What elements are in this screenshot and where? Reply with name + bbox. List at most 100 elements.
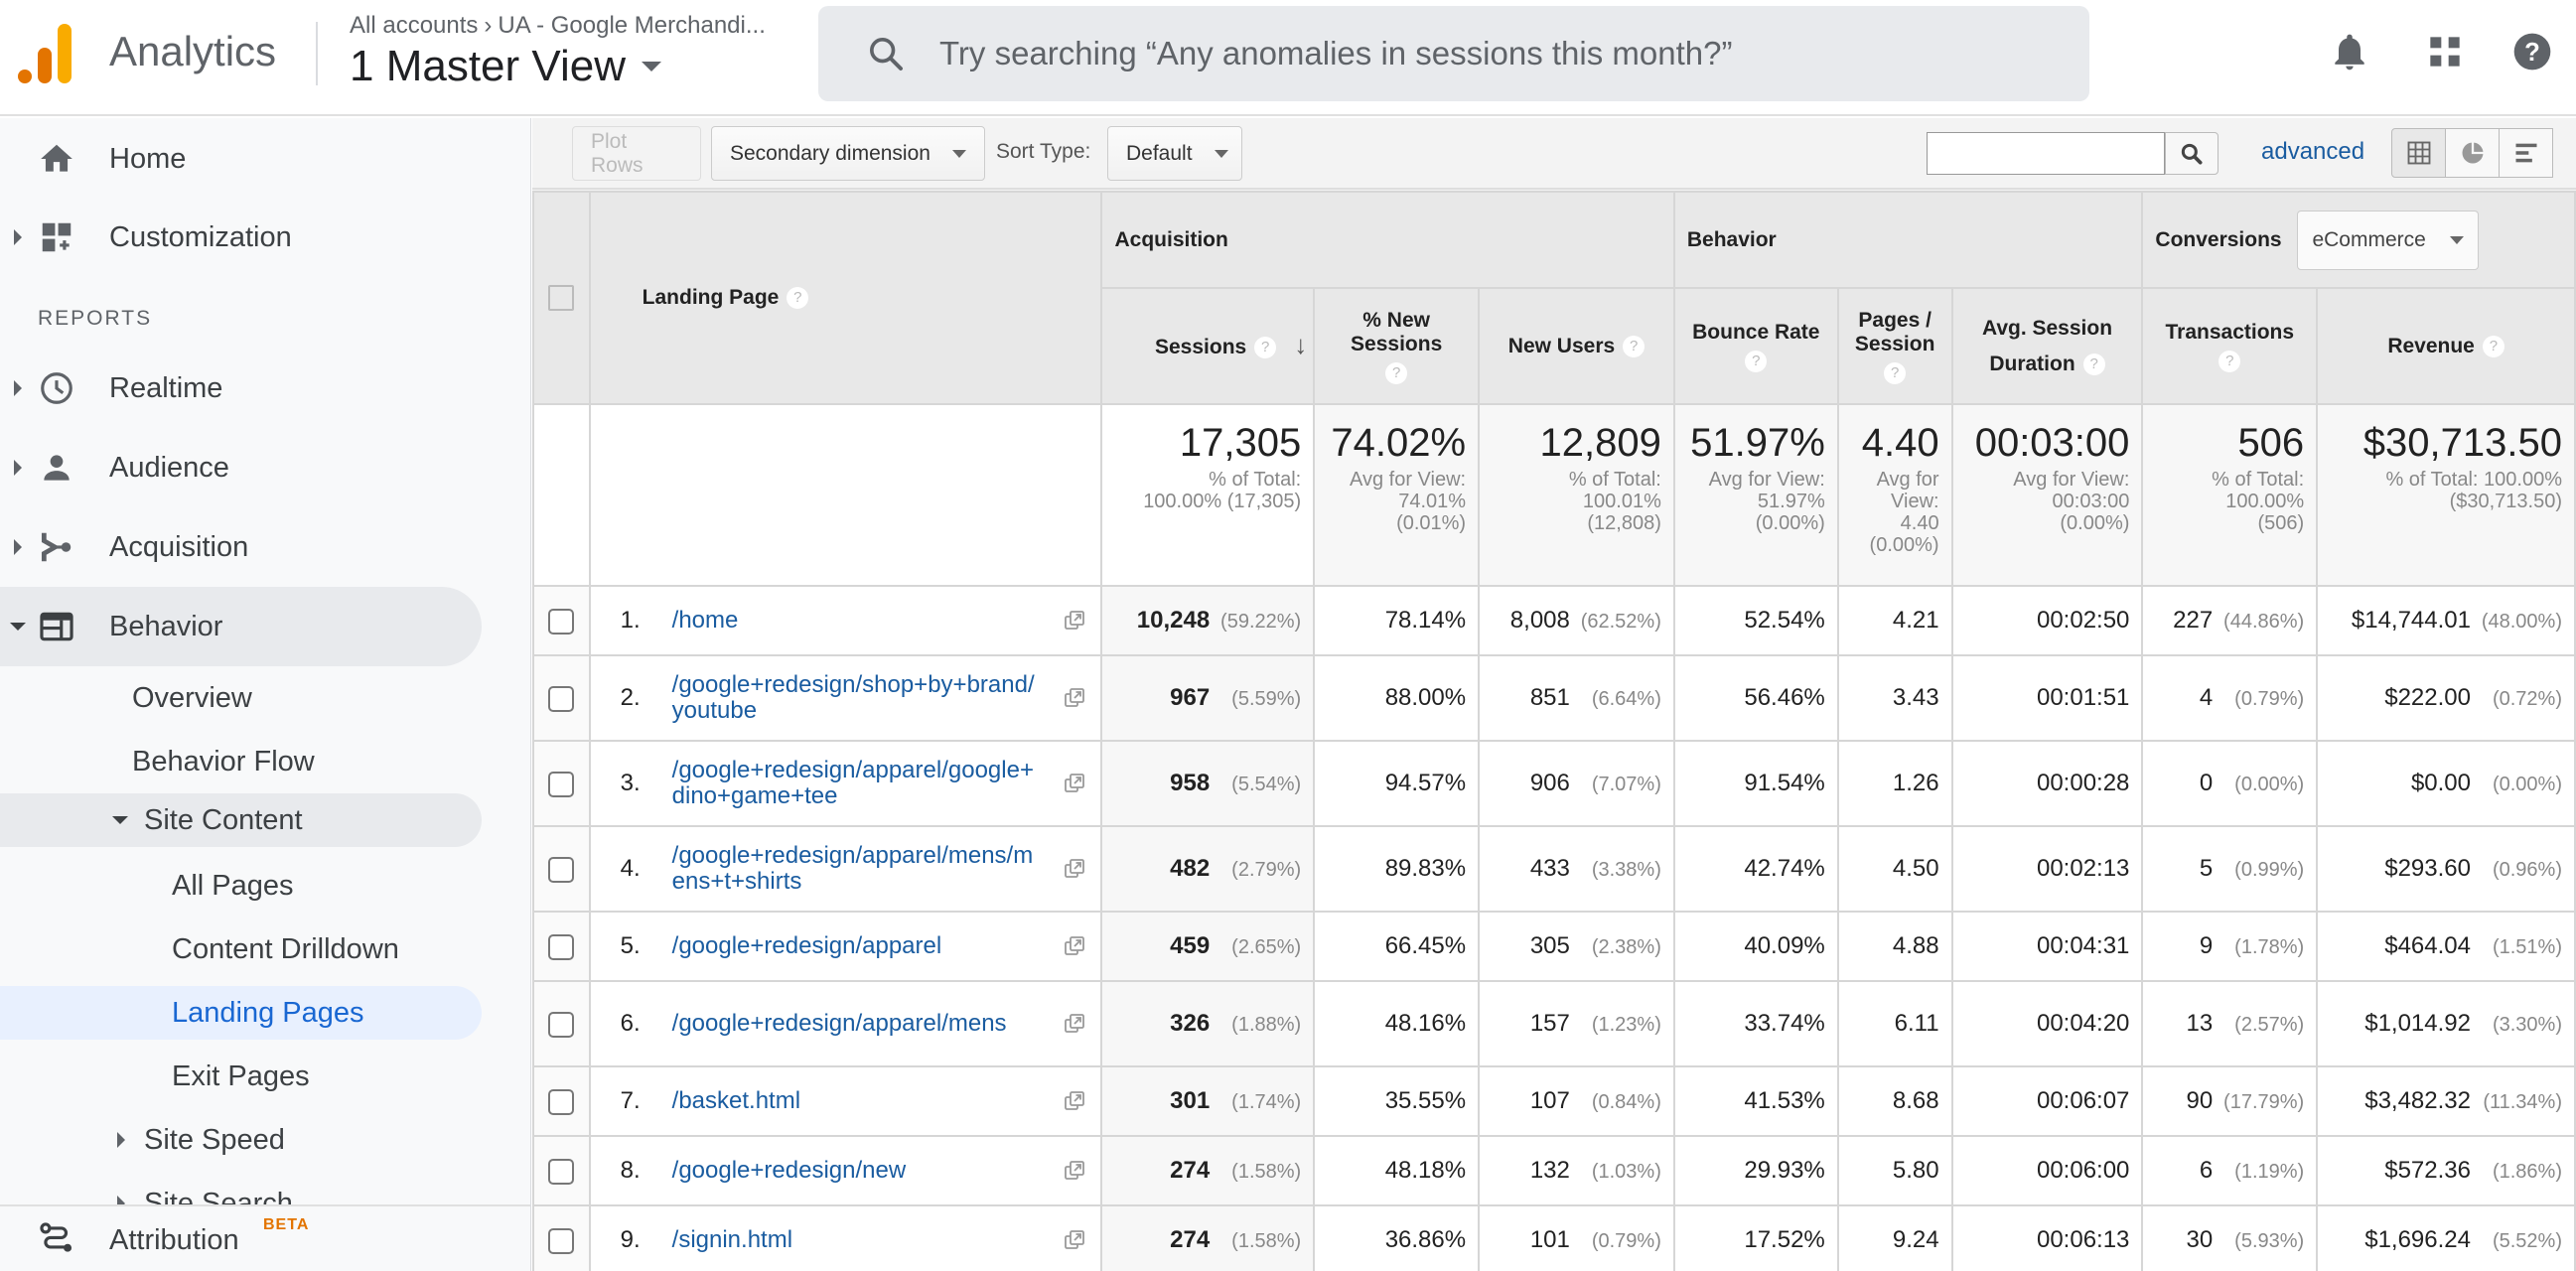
global-search-bar[interactable] (818, 6, 2089, 101)
landing-page-link[interactable]: /signin.html (672, 1227, 1040, 1253)
help-tooltip-icon[interactable]: ? (787, 287, 809, 310)
landing-page-link[interactable]: /google+redesign/apparel/google+dino+gam… (672, 758, 1040, 809)
help-tooltip-icon[interactable]: ? (1385, 361, 1408, 384)
open-external-link-icon[interactable] (1063, 686, 1086, 710)
sidebar-item-home[interactable]: Home (0, 119, 482, 199)
table-filter-input[interactable] (1927, 132, 2165, 175)
help-tooltip-icon[interactable]: ? (2218, 350, 2241, 372)
transactions-cell: 9 (1.78%) (2141, 911, 2319, 982)
avg-session-duration-header[interactable]: Avg. Session Duration? (1950, 287, 2144, 405)
conversions-goal-dropdown[interactable]: eCommerce (2297, 210, 2479, 270)
sidebar-item-site-speed[interactable]: Site Speed (0, 1108, 482, 1172)
row-checkbox[interactable] (548, 1158, 575, 1185)
open-external-link-icon[interactable] (1063, 772, 1086, 795)
help-tooltip-icon[interactable]: ? (1884, 361, 1907, 384)
row-checkbox[interactable] (548, 1227, 575, 1254)
sessions-header[interactable]: Sessions? ↓ (1100, 287, 1316, 405)
help-tooltip-icon[interactable]: ? (1745, 350, 1768, 372)
sidebar-item-realtime[interactable]: Realtime (0, 349, 482, 428)
open-external-link-icon[interactable] (1063, 1159, 1086, 1183)
landing-page-link[interactable]: /google+redesign/apparel/mens (672, 1011, 1040, 1037)
pages-per-session-cell: 3.43 (1836, 654, 1953, 742)
sidebar-item-exit-pages[interactable]: Exit Pages (0, 1045, 482, 1108)
open-external-link-icon[interactable] (1063, 857, 1086, 881)
pages-per-session-header[interactable]: Pages / Session? (1836, 287, 1953, 405)
sidebar-item-all-pages[interactable]: All Pages (0, 854, 482, 918)
sidebar-item-landing-pages[interactable]: Landing Pages (0, 986, 482, 1040)
sidebar-item-attribution[interactable]: Attribution BETA (0, 1204, 530, 1271)
open-external-link-icon[interactable] (1063, 934, 1086, 958)
landing-page-header[interactable]: Landing Page? (588, 191, 1103, 405)
help-icon[interactable]: ? (2510, 30, 2554, 73)
sidebar-item-customization[interactable]: Customization (0, 198, 482, 277)
sidebar-item-content-drilldown[interactable]: Content Drilldown (0, 918, 482, 981)
new-users-header[interactable]: New Users? (1478, 287, 1675, 405)
revenue-cell: $14,744.01 (48.00%) (2316, 585, 2576, 656)
open-external-link-icon[interactable] (1063, 1089, 1086, 1113)
landing-page-link[interactable]: /google+redesign/shop+by+brand/youtube (672, 672, 1040, 724)
row-checkbox[interactable] (548, 608, 575, 635)
notifications-bell-icon[interactable] (2328, 30, 2371, 73)
sidebar-item-site-content[interactable]: Site Content (0, 793, 482, 847)
sidebar-item-behavior[interactable]: Behavior (0, 587, 482, 666)
help-tooltip-icon[interactable]: ? (2482, 335, 2504, 357)
open-external-link-icon[interactable] (1063, 1228, 1086, 1252)
account-breadcrumb[interactable]: All accounts › UA - Google Merchandi... (350, 12, 766, 40)
expand-arrow-icon[interactable] (14, 539, 22, 555)
breadcrumb-all-accounts[interactable]: All accounts (350, 12, 478, 39)
row-checkbox[interactable] (548, 856, 575, 883)
global-search-input[interactable] (939, 35, 2032, 72)
row-checkbox[interactable] (548, 1088, 575, 1115)
pie-view-button[interactable] (2445, 128, 2500, 178)
apps-grid-icon[interactable] (2423, 30, 2467, 73)
revenue-header[interactable]: Revenue? (2316, 287, 2576, 405)
table-view-button[interactable] (2391, 128, 2446, 178)
row-select-cell (532, 980, 591, 1067)
help-tooltip-icon[interactable]: ? (1254, 337, 1277, 359)
secondary-dimension-dropdown[interactable]: Secondary dimension (711, 126, 985, 181)
sidebar-item-audience[interactable]: Audience (0, 428, 482, 507)
row-checkbox[interactable] (548, 933, 575, 960)
sidebar-item-behavior-flow[interactable]: Behavior Flow (0, 730, 482, 793)
sidebar-item-overview[interactable]: Overview (0, 666, 482, 730)
bounce-rate-header[interactable]: Bounce Rate? (1672, 287, 1839, 405)
help-tooltip-icon[interactable]: ? (1623, 335, 1646, 357)
analytics-logo-icon[interactable] (18, 24, 73, 83)
plot-rows-button[interactable]: Plot Rows (572, 126, 701, 181)
open-external-link-icon[interactable] (1063, 1012, 1086, 1036)
avg-session-duration-cell: 00:02:50 (1950, 585, 2144, 656)
expand-arrow-icon[interactable] (117, 1132, 125, 1148)
row-checkbox[interactable] (548, 685, 575, 712)
expand-arrow-icon[interactable] (14, 460, 22, 476)
transactions-header[interactable]: Transactions? (2141, 287, 2319, 405)
expand-arrow-icon[interactable] (14, 380, 22, 396)
select-all-checkbox[interactable] (548, 285, 575, 311)
sessions-pct: (1.58%) (1231, 1230, 1302, 1252)
landing-page-link[interactable]: /home (672, 608, 1040, 634)
row-checkbox[interactable] (548, 1011, 575, 1038)
landing-page-cell: 9. /signin.html (588, 1204, 1103, 1271)
expand-arrow-icon[interactable] (14, 229, 22, 245)
sort-descending-icon[interactable]: ↓ (1294, 330, 1307, 359)
view-selector[interactable]: 1 Master View (350, 42, 661, 91)
row-checkbox[interactable] (548, 771, 575, 797)
new-users-pct: (2.38%) (1591, 936, 1661, 958)
revenue-pct: (0.96%) (2492, 859, 2562, 881)
help-tooltip-icon[interactable]: ? (2082, 353, 2105, 375)
pie-chart-icon (2462, 142, 2483, 164)
landing-page-link[interactable]: /google+redesign/new (672, 1158, 1040, 1184)
sidebar-item-acquisition[interactable]: Acquisition (0, 507, 482, 587)
pct-new-sessions-header[interactable]: % New Sessions? (1313, 287, 1481, 405)
collapse-arrow-icon[interactable] (112, 816, 128, 824)
collapse-arrow-icon[interactable] (10, 623, 26, 631)
sort-type-dropdown[interactable]: Default (1107, 126, 1242, 181)
landing-page-link[interactable]: /basket.html (672, 1088, 1040, 1114)
landing-page-link[interactable]: /google+redesign/apparel/mens/mens+t+shi… (672, 843, 1040, 895)
advanced-filter-link[interactable]: advanced (2261, 138, 2364, 166)
table-row: 2. /google+redesign/shop+by+brand/youtub… (532, 654, 2576, 742)
breadcrumb-property[interactable]: UA - Google Merchandi... (498, 12, 765, 39)
performance-view-button[interactable] (2499, 128, 2553, 178)
table-search-button[interactable] (2165, 132, 2218, 175)
landing-page-link[interactable]: /google+redesign/apparel (672, 933, 1040, 959)
open-external-link-icon[interactable] (1063, 609, 1086, 633)
